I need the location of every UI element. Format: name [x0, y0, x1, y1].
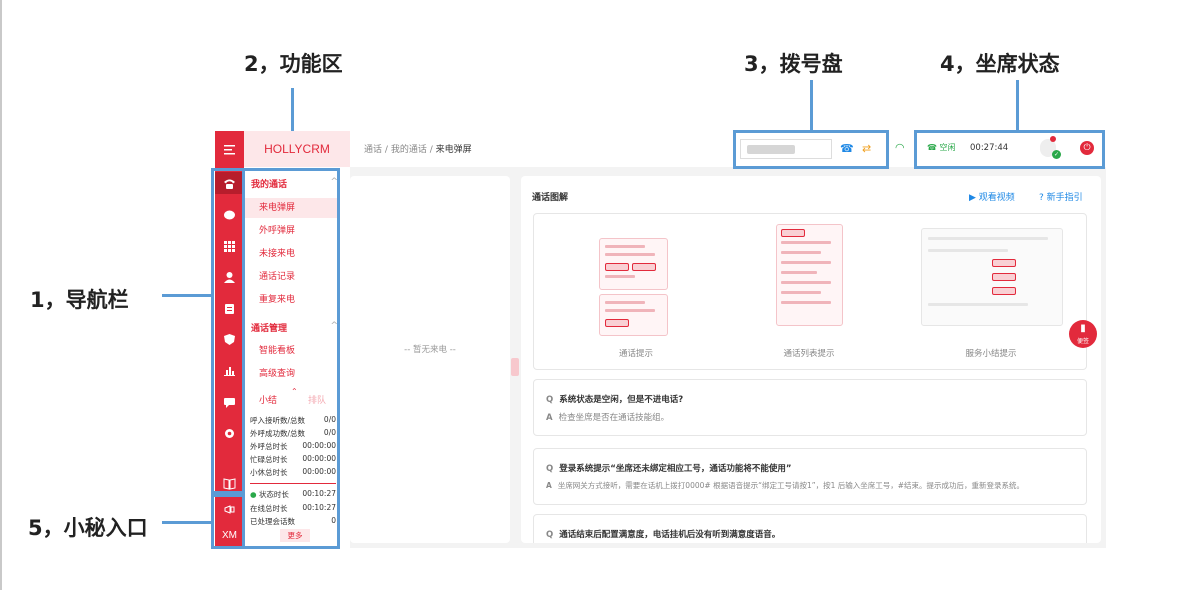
wifi-icon: ◠ — [895, 141, 905, 154]
callout-line-assistant — [162, 521, 213, 524]
frame-border — [0, 0, 2, 590]
callout-box-function-area — [242, 168, 340, 549]
callout-box-assistant — [211, 494, 245, 549]
help-icon: ? — [1039, 193, 1044, 203]
card-title: 通话图解 — [532, 193, 569, 203]
guide-link[interactable]: ? 新手指引 — [1039, 190, 1083, 203]
app-screenshot: XM HOLLYCRM 我的通话 ^ 来电弹屏 外呼弹屏 未接来电 通话记录 重… — [215, 131, 1106, 548]
callout-dial-pad: 3，拨号盘 — [744, 52, 843, 76]
brand-logo: HOLLYCRM — [244, 131, 350, 167]
caption-call-list: 通话列表提示 — [783, 349, 835, 359]
callout-nav-bar: 1，导航栏 — [30, 288, 129, 312]
collapse-handle[interactable] — [511, 358, 519, 376]
empty-state: -- 暂无来电 -- — [404, 345, 456, 355]
faq-item: Q 系统状态是空闲，但是不进电话? A 检查坐席是否在通话技能组。 — [533, 379, 1087, 436]
breadcrumb-current: 来电弹屏 — [435, 145, 472, 155]
breadcrumb: 通话 / 我的通话 / 来电弹屏 — [364, 145, 472, 155]
callout-line-seat — [1016, 80, 1019, 131]
call-diagram-card: 通话图解 ▶ 观看视频 ? 新手指引 通话提示 通话列表提示 服务小结提示 Q … — [521, 176, 1101, 543]
bookmark-icon: ▮ — [1080, 323, 1086, 334]
caption-call-tip: 通话提示 — [618, 349, 653, 359]
illustration-service-summary — [921, 228, 1063, 326]
watch-video-link[interactable]: ▶ 观看视频 — [969, 190, 1015, 203]
callout-assistant-entry: 5，小秘入口 — [28, 516, 148, 540]
callout-line-nav — [162, 294, 213, 297]
callout-line-dial — [810, 80, 813, 131]
callout-function-area: 2，功能区 — [244, 52, 343, 76]
breadcrumb-root[interactable]: 通话 — [364, 145, 382, 155]
notes-badge[interactable]: ▮ 便签 — [1069, 320, 1097, 348]
faq-item: Q 登录系统提示“坐席还未绑定相应工号，通话功能将不能使用” A 坐席网关方式接听，… — [533, 448, 1087, 505]
video-icon: ▶ — [969, 193, 976, 203]
diagram-illustrations: 通话提示 通话列表提示 服务小结提示 — [533, 213, 1087, 370]
menu-icon[interactable] — [215, 138, 244, 160]
breadcrumb-mid[interactable]: 我的通话 — [391, 145, 427, 155]
illustration-call-tip-1 — [599, 238, 668, 290]
illustration-call-list — [776, 224, 843, 326]
incoming-call-card: -- 暂无来电 -- — [350, 176, 510, 543]
callout-box-nav-bar — [211, 168, 245, 494]
illustration-call-tip-2 — [599, 294, 668, 336]
caption-service-summary: 服务小结提示 — [965, 349, 1017, 359]
faq-item: Q 通话结束后配置满意度，电话挂机后没有听到满意度语音。 — [533, 514, 1087, 543]
callout-seat-status: 4，坐席状态 — [940, 52, 1060, 76]
callout-box-seat-status — [914, 130, 1105, 169]
callout-box-dial-pad — [733, 130, 889, 169]
